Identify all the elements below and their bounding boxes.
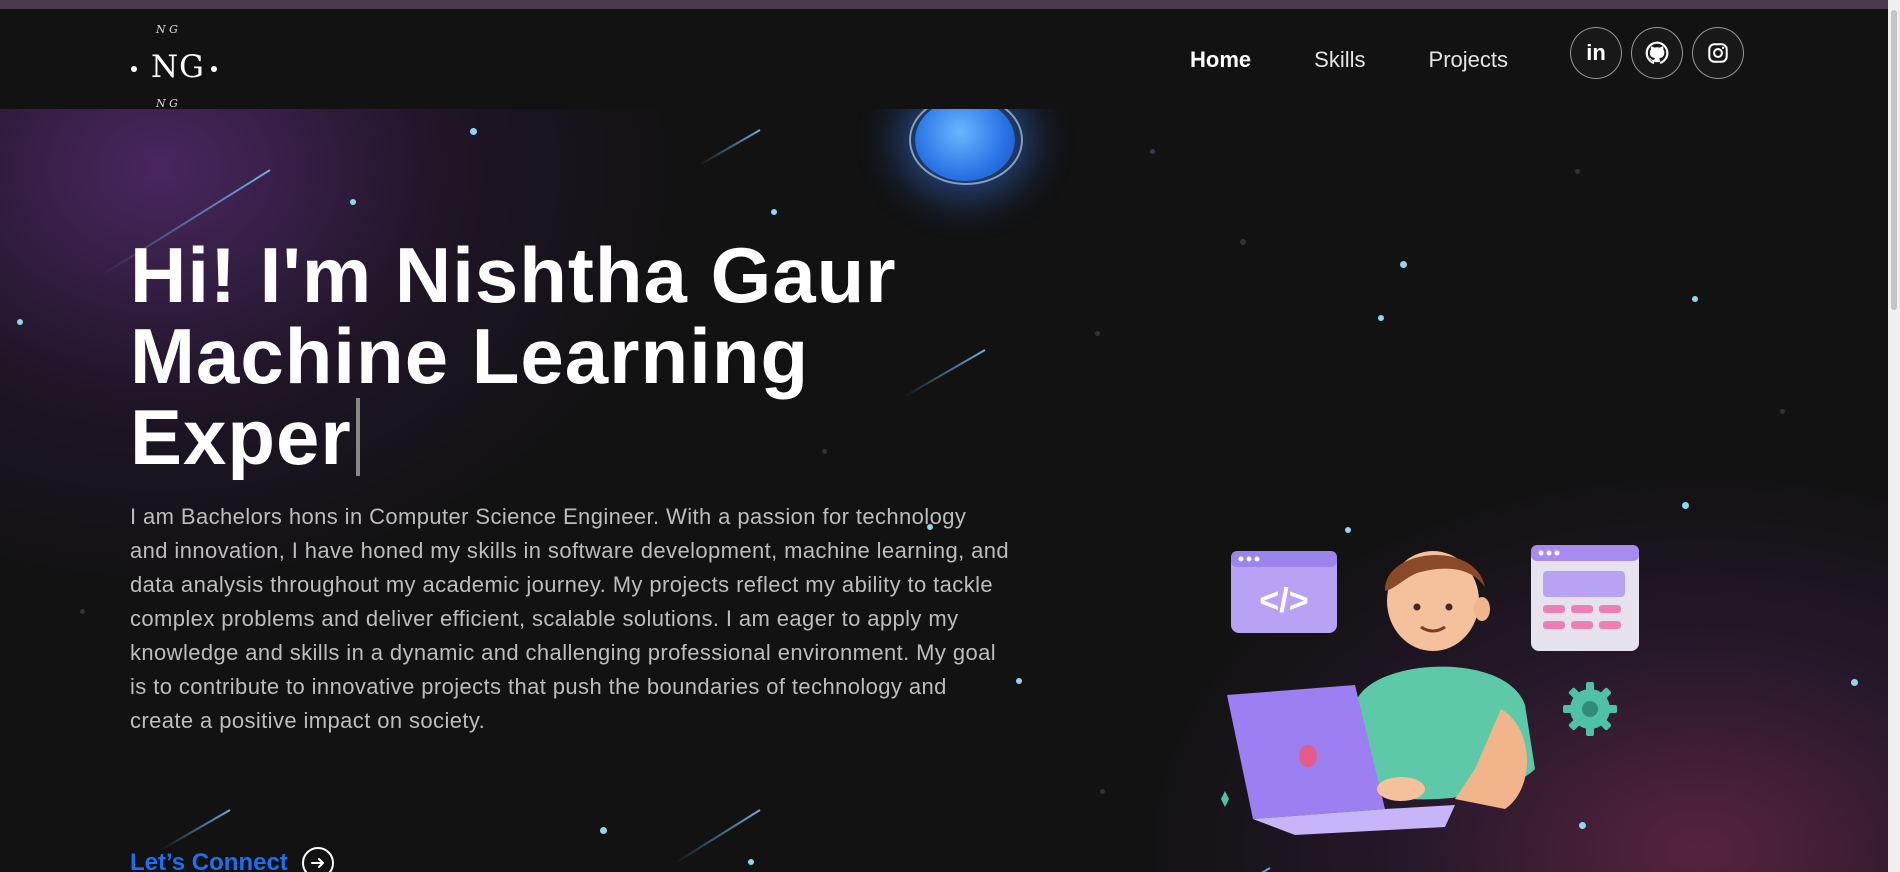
hero-description: I am Bachelors hons in Computer Science … <box>130 504 1010 733</box>
nav-skills-link[interactable]: Skills <box>1314 47 1365 73</box>
lets-connect-button[interactable]: Let’s Connect <box>130 847 334 872</box>
instagram-button[interactable] <box>1692 27 1744 79</box>
social-links: in <box>1570 27 1744 79</box>
linkedin-icon: in <box>1586 40 1606 65</box>
typing-cursor <box>355 398 360 476</box>
scrollbar[interactable] <box>1888 0 1900 872</box>
navbar: N G NG N G Home Skills Projects in <box>0 9 1888 110</box>
instagram-icon <box>1708 43 1728 63</box>
nav-home-link[interactable]: Home <box>1190 47 1251 73</box>
top-strip <box>0 0 1900 9</box>
linkedin-button[interactable]: in <box>1570 27 1622 79</box>
code-window-text: </> <box>1259 582 1308 620</box>
logo-right-dot <box>211 66 217 72</box>
github-icon <box>1645 41 1669 64</box>
hero-title-line2: Machine Learning <box>130 312 810 400</box>
logo[interactable]: N G NG N G <box>128 19 220 110</box>
hero-section: </> Hi! I'm Nishtha Gaur Machine Learnin… <box>0 109 1888 872</box>
hero-title-line3: Exper <box>130 393 352 481</box>
github-button[interactable] <box>1631 27 1683 79</box>
hero-title: Hi! I'm Nishtha Gaur Machine Learning Ex… <box>130 235 1030 478</box>
logo-top-letters: N G <box>156 23 178 36</box>
nav-links: Home Skills Projects <box>1190 47 1508 73</box>
hero-title-line1: Hi! I'm Nishtha Gaur <box>130 231 897 319</box>
logo-bottom-letters: N G <box>156 97 178 110</box>
arrow-right-icon <box>301 847 334 872</box>
lets-connect-label: Let’s Connect <box>130 849 288 872</box>
logo-mark: NG <box>151 49 205 85</box>
nav-projects-link[interactable]: Projects <box>1429 47 1508 73</box>
planet-graphic <box>909 109 1023 185</box>
scrollbar-thumb[interactable] <box>1891 10 1897 310</box>
developer-illustration: </> <box>1205 509 1665 849</box>
logo-left-dot <box>131 66 137 72</box>
